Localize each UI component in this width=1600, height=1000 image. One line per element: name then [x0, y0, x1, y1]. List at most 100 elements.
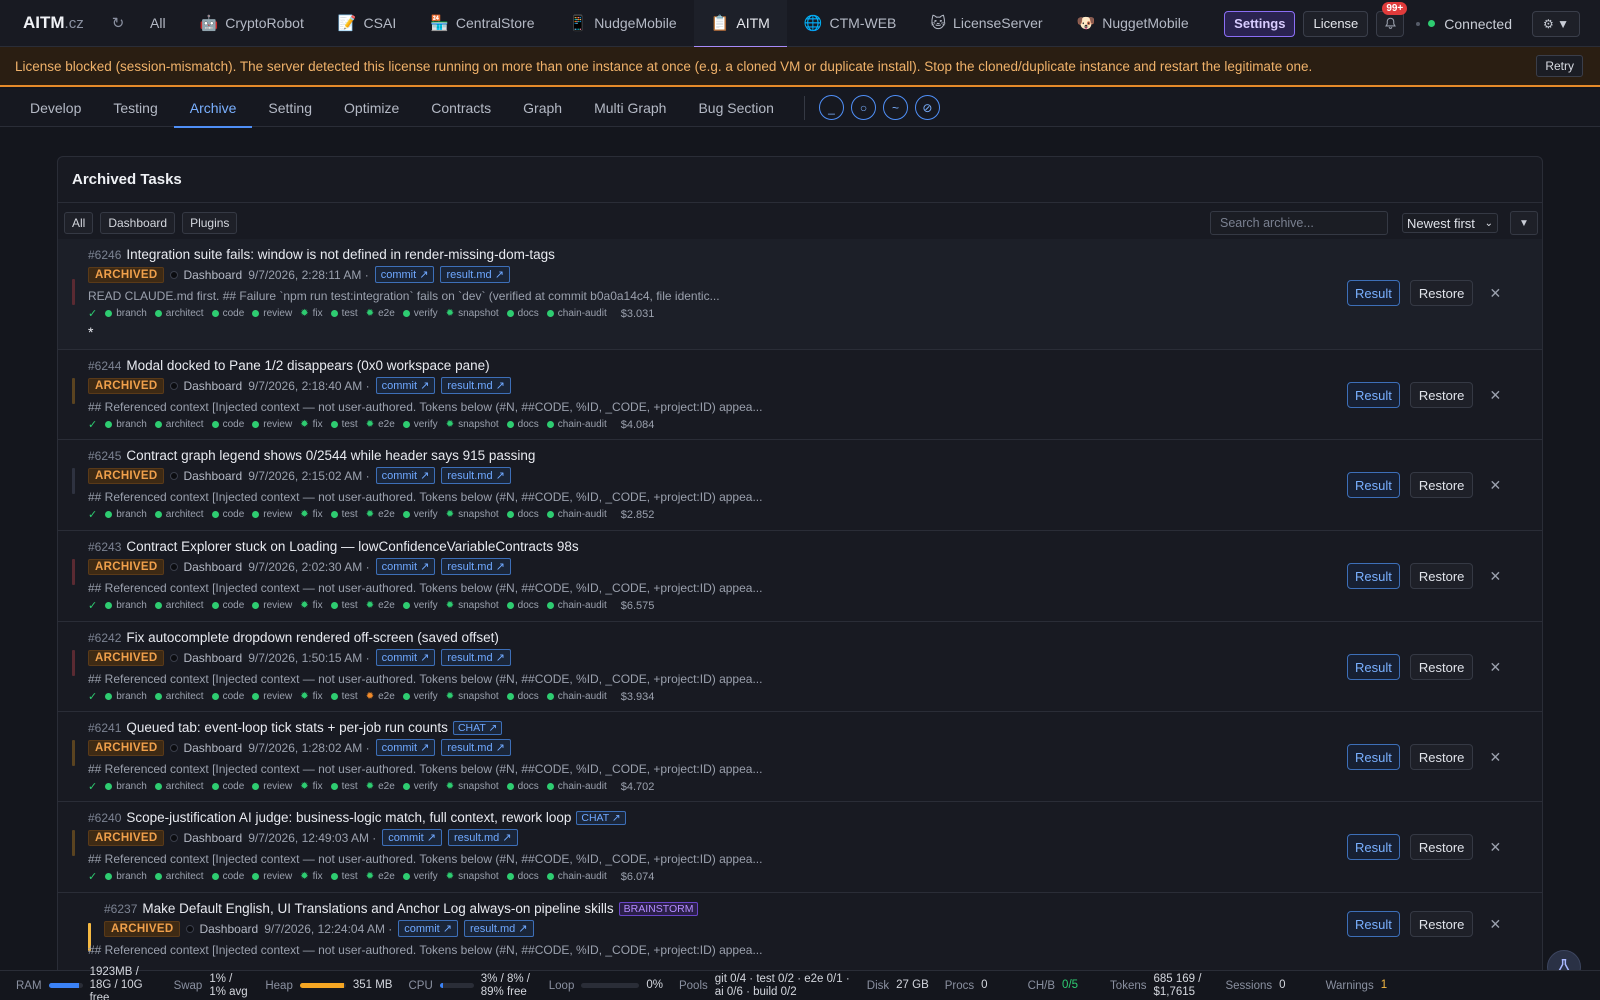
commit-link[interactable]: commit ↗	[398, 920, 458, 937]
result-button[interactable]: Result	[1347, 472, 1400, 498]
filter-all[interactable]: All	[64, 212, 94, 234]
restore-button[interactable]: Restore	[1409, 280, 1474, 306]
project-tab-nuggetmobile[interactable]: 🐶 NuggetMobile	[1060, 0, 1206, 47]
filter-dashboard[interactable]: Dashboard	[100, 212, 176, 234]
tab-optimize[interactable]: Optimize	[328, 89, 415, 127]
sort-select[interactable]: Newest first ⌄	[1402, 213, 1498, 233]
task-title[interactable]: Scope-justification AI judge: business-l…	[126, 810, 571, 825]
result-button[interactable]: Result	[1347, 911, 1400, 937]
chat-link[interactable]: CHAT ↗	[452, 720, 503, 735]
tab-setting[interactable]: Setting	[252, 89, 328, 127]
project-tab-all[interactable]: All	[133, 0, 183, 47]
stage-snapshot: ✹ snapshot	[446, 509, 499, 520]
close-icon[interactable]: ✕	[1485, 916, 1505, 933]
retry-button[interactable]: Retry	[1536, 55, 1583, 77]
app-logo[interactable]: AITM .cz	[0, 13, 103, 33]
task-title[interactable]: Fix autocomplete dropdown rendered off-s…	[126, 630, 498, 645]
result-md-link[interactable]: result.md ↗	[464, 920, 534, 937]
restore-button[interactable]: Restore	[1409, 472, 1474, 498]
restore-button[interactable]: Restore	[1409, 382, 1474, 408]
close-icon[interactable]: ✕	[1485, 477, 1505, 494]
close-icon[interactable]: ✕	[1485, 749, 1505, 766]
stage-label: chain-audit	[557, 781, 607, 792]
tag-icon[interactable]: ⊘	[914, 95, 940, 120]
result-md-link[interactable]: result.md ↗	[441, 558, 511, 575]
close-icon[interactable]: ✕	[1485, 387, 1505, 404]
row-actions: Result Restore ✕	[1347, 834, 1505, 860]
settings-button[interactable]: Settings	[1224, 10, 1296, 37]
project-tab-aitm[interactable]: 📋 AITM	[693, 0, 787, 48]
task-title[interactable]: Modal docked to Pane 1/2 disappears (0x0…	[126, 358, 489, 373]
settings-menu-button[interactable]: ⚙ ▼	[1532, 10, 1580, 37]
restore-button[interactable]: Restore	[1409, 834, 1474, 860]
project-tab-csai[interactable]: 📝 CSAI	[321, 0, 413, 47]
close-icon[interactable]: ✕	[1485, 568, 1505, 585]
task-title[interactable]: Contract Explorer stuck on Loading — low…	[126, 539, 578, 554]
result-md-link[interactable]: result.md ↗	[441, 377, 511, 394]
result-md-link[interactable]: result.md ↗	[441, 739, 511, 756]
result-button[interactable]: Result	[1347, 654, 1400, 680]
underscore-icon[interactable]: _	[818, 95, 844, 120]
tab-graph[interactable]: Graph	[507, 89, 578, 127]
task-title[interactable]: Contract graph legend shows 0/2544 while…	[126, 448, 535, 463]
commit-link[interactable]: commit ↗	[382, 829, 442, 846]
circle-icon[interactable]: ○	[850, 95, 876, 120]
task-title[interactable]: Queued tab: event-loop tick stats + per-…	[126, 720, 448, 735]
restore-button[interactable]: Restore	[1409, 563, 1474, 589]
restore-button[interactable]: Restore	[1409, 744, 1474, 770]
license-button[interactable]: License	[1303, 10, 1369, 37]
close-icon[interactable]: ✕	[1485, 839, 1505, 856]
wave-icon[interactable]: ~	[882, 95, 908, 120]
commit-link[interactable]: commit ↗	[375, 558, 436, 575]
pipeline-stages: ✓ branch architect code review ✹ fix test ✹ e2e ve…	[88, 307, 654, 321]
stage-status-icon	[546, 783, 554, 790]
sort-options-button[interactable]: ▼	[1510, 211, 1538, 235]
ram-value: 1923MB / 18G / 10G free	[89, 966, 143, 1000]
project-tab-centralstore[interactable]: 🏪 CentralStore	[413, 0, 551, 47]
restore-button[interactable]: Restore	[1409, 654, 1474, 680]
task-title[interactable]: Make Default English, UI Translations an…	[142, 901, 613, 916]
sessions-label: Sessions	[1225, 979, 1273, 992]
project-tab-cryptorobot[interactable]: 🤖 CryptoRobot	[183, 0, 321, 47]
stage-status-icon	[105, 783, 113, 790]
task-title[interactable]: Integration suite fails: window is not d…	[126, 247, 554, 262]
result-button[interactable]: Result	[1347, 834, 1400, 860]
search-archive-input[interactable]: Search archive...	[1210, 211, 1388, 235]
result-md-link[interactable]: result.md ↗	[448, 829, 518, 846]
commit-link[interactable]: commit ↗	[375, 739, 436, 756]
project-tab-ctm-web[interactable]: 🌐 CTM-WEB	[787, 0, 914, 47]
result-button[interactable]: Result	[1347, 563, 1400, 589]
project-tab-nudgemobile[interactable]: 📱 NudgeMobile	[552, 0, 694, 47]
result-button[interactable]: Result	[1347, 382, 1400, 408]
connection-status: Connected	[1444, 15, 1512, 32]
result-md-link[interactable]: result.md ↗	[441, 467, 511, 484]
stage-label: review	[263, 308, 293, 319]
filter-plugins[interactable]: Plugins	[182, 212, 238, 234]
task-meta-line: ARCHIVED Dashboard 9/7/2026, 1:28:02 AM · c…	[88, 739, 511, 756]
restore-button[interactable]: Restore	[1409, 911, 1474, 937]
tab-contracts[interactable]: Contracts	[415, 89, 507, 127]
result-button[interactable]: Result	[1347, 744, 1400, 770]
result-button[interactable]: Result	[1347, 280, 1400, 306]
brainstorm-tag[interactable]: BRAINSTORM	[618, 901, 699, 916]
stage-status-icon	[252, 873, 260, 880]
warnings-stat[interactable]: Warnings 1	[1326, 979, 1388, 992]
notifications-button[interactable]: 99+	[1376, 1, 1408, 37]
commit-link[interactable]: commit ↗	[375, 467, 436, 484]
chat-link[interactable]: CHAT ↗	[576, 810, 626, 825]
tab-bug-section[interactable]: Bug Section	[682, 89, 790, 127]
project-tab-label: CTM-WEB	[829, 15, 897, 31]
close-icon[interactable]: ✕	[1485, 285, 1505, 302]
close-icon[interactable]: ✕	[1485, 659, 1505, 676]
tab-develop[interactable]: Develop	[14, 89, 97, 127]
refresh-icon[interactable]: ↻	[103, 14, 133, 32]
result-md-link[interactable]: result.md ↗	[441, 649, 511, 666]
tab-multi-graph[interactable]: Multi Graph	[578, 89, 682, 127]
result-md-link[interactable]: result.md ↗	[440, 266, 510, 283]
tab-testing[interactable]: Testing	[97, 89, 173, 127]
tab-archive[interactable]: Archive	[173, 89, 253, 128]
commit-link[interactable]: commit ↗	[374, 266, 435, 283]
commit-link[interactable]: commit ↗	[375, 649, 436, 666]
commit-link[interactable]: commit ↗	[375, 377, 436, 394]
project-tab-licenseserver[interactable]: 🐱 LicenseServer	[913, 0, 1059, 47]
